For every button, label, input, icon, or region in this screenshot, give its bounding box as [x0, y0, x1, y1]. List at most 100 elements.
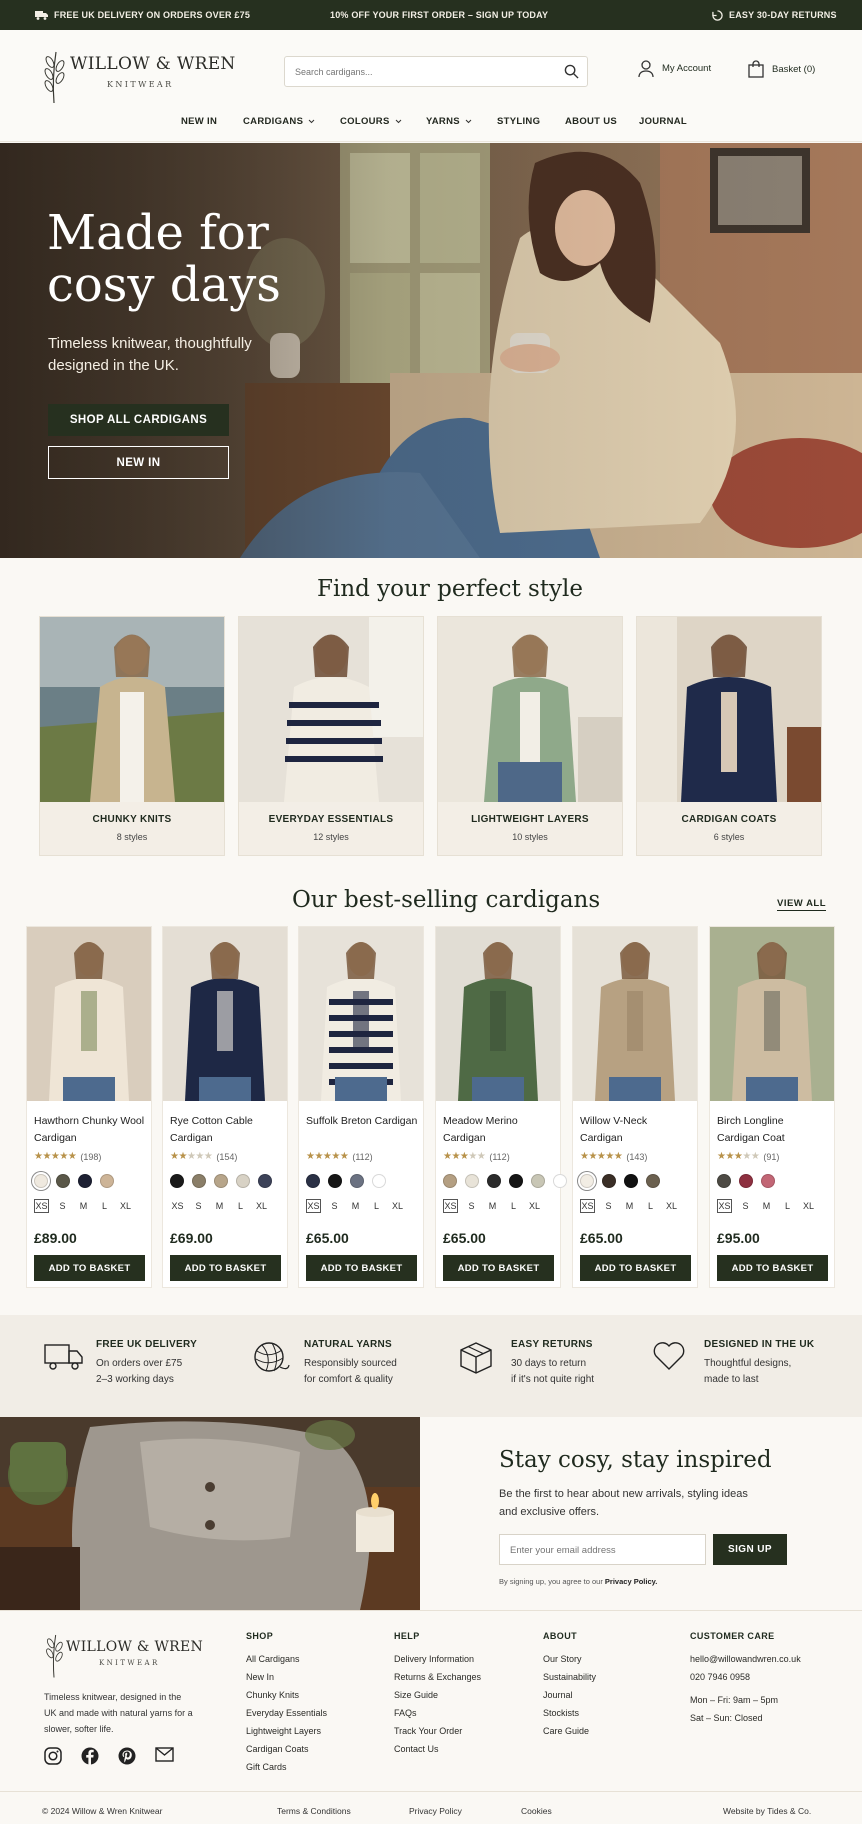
privacy-policy-link[interactable]: Privacy Policy. [605, 1577, 657, 1586]
size-option[interactable]: XL [801, 1199, 816, 1213]
size-option[interactable]: S [464, 1199, 479, 1213]
nav-colours[interactable]: COLOURS [340, 116, 402, 127]
colour-swatch[interactable] [531, 1174, 545, 1188]
colour-swatch[interactable] [646, 1174, 660, 1188]
email-field[interactable] [499, 1534, 706, 1565]
email-input[interactable] [510, 1542, 695, 1559]
email-icon[interactable] [155, 1747, 174, 1762]
product-photo[interactable] [573, 927, 697, 1101]
colour-swatch[interactable] [100, 1174, 114, 1188]
colour-swatch[interactable] [170, 1174, 184, 1188]
product-card[interactable]: Birch Longline Cardigan Coat ★★★★★ (91) XS S… [709, 926, 835, 1288]
size-option[interactable]: M [76, 1199, 91, 1213]
size-option[interactable]: XL [390, 1199, 405, 1213]
colour-swatch[interactable] [56, 1174, 70, 1188]
size-option[interactable]: L [97, 1199, 112, 1213]
add-to-basket-button[interactable]: ADD TO BASKET [306, 1255, 417, 1281]
account-link[interactable]: My Account [638, 60, 711, 77]
footer-help-link[interactable]: Delivery Information [394, 1650, 481, 1668]
promo-announcement[interactable]: 10% OFF YOUR FIRST ORDER – SIGN UP TODAY [330, 0, 548, 30]
size-option[interactable]: XL [664, 1199, 679, 1213]
add-to-basket-button[interactable]: ADD TO BASKET [170, 1255, 281, 1281]
product-photo[interactable] [710, 927, 834, 1101]
size-option[interactable]: L [780, 1199, 795, 1213]
footer-about-link[interactable]: Care Guide [543, 1722, 596, 1740]
style-card-everyday-essentials[interactable]: EVERYDAY ESSENTIALS 12 styles [238, 616, 424, 856]
size-option[interactable]: M [212, 1199, 227, 1213]
colour-swatch[interactable] [328, 1174, 342, 1188]
colour-swatch[interactable] [443, 1174, 457, 1188]
footer-shop-link[interactable]: All Cardigans [246, 1650, 327, 1668]
footer-brand-logo[interactable]: WILLOW & WREN KNITWEAR [44, 1631, 224, 1687]
product-card[interactable]: Willow V-Neck Cardigan ★★★★★ (143) XS S M L XL £… [572, 926, 698, 1288]
colour-swatch[interactable] [602, 1174, 616, 1188]
size-option[interactable]: L [233, 1199, 248, 1213]
nav-yarns[interactable]: YARNS [426, 116, 472, 127]
product-card[interactable]: Hawthorn Chunky Wool Cardigan ★★★★★ (198) X… [26, 926, 152, 1288]
size-option[interactable]: XS [580, 1199, 595, 1213]
footer-shop-link[interactable]: Everyday Essentials [246, 1704, 327, 1722]
colour-swatch[interactable] [258, 1174, 272, 1188]
product-name[interactable]: Birch Longline Cardigan Coat [717, 1113, 829, 1147]
style-card-lightweight-layers[interactable]: LIGHTWEIGHT LAYERS 10 styles [437, 616, 623, 856]
new-in-button[interactable]: NEW IN [48, 446, 229, 479]
colour-swatch[interactable] [487, 1174, 501, 1188]
privacy-link[interactable]: Privacy Policy [409, 1806, 462, 1816]
footer-shop-link[interactable]: Chunky Knits [246, 1686, 327, 1704]
product-name[interactable]: Meadow Merino Cardigan [443, 1113, 555, 1147]
footer-about-link[interactable]: Journal [543, 1686, 596, 1704]
terms-link[interactable]: Terms & Conditions [277, 1806, 351, 1816]
size-option[interactable]: M [622, 1199, 637, 1213]
add-to-basket-button[interactable]: ADD TO BASKET [34, 1255, 145, 1281]
footer-shop-link[interactable]: New In [246, 1668, 327, 1686]
shop-all-cardigans-button[interactable]: SHOP ALL CARDIGANS [48, 404, 229, 436]
colour-swatch[interactable] [717, 1174, 731, 1188]
size-option[interactable]: L [643, 1199, 658, 1213]
footer-about-link[interactable]: Stockists [543, 1704, 596, 1722]
size-option[interactable]: XS [34, 1199, 49, 1213]
footer-about-link[interactable]: Our Story [543, 1650, 596, 1668]
colour-swatch[interactable] [214, 1174, 228, 1188]
product-name[interactable]: Hawthorn Chunky Wool Cardigan [34, 1113, 146, 1147]
colour-swatch[interactable] [78, 1174, 92, 1188]
size-option[interactable]: L [506, 1199, 521, 1213]
basket-link[interactable]: Basket (0) [748, 60, 815, 78]
view-all-link[interactable]: VIEW ALL [777, 898, 827, 911]
colour-swatch[interactable] [761, 1174, 775, 1188]
colour-swatch[interactable] [306, 1174, 320, 1188]
instagram-icon[interactable] [44, 1747, 62, 1765]
product-card[interactable]: Suffolk Breton Cardigan ★★★★★ (112) XS S M L XL… [298, 926, 424, 1288]
product-name[interactable]: Rye Cotton Cable Cardigan [170, 1113, 282, 1147]
colour-swatch[interactable] [580, 1174, 594, 1188]
size-option[interactable]: S [55, 1199, 70, 1213]
product-photo[interactable] [27, 927, 151, 1101]
footer-help-link[interactable]: Track Your Order [394, 1722, 481, 1740]
footer-shop-link[interactable]: Lightweight Layers [246, 1722, 327, 1740]
colour-swatch[interactable] [350, 1174, 364, 1188]
sign-up-button[interactable]: SIGN UP [713, 1534, 787, 1565]
product-name[interactable]: Willow V-Neck Cardigan [580, 1113, 692, 1147]
footer-shop-link[interactable]: Cardigan Coats [246, 1740, 327, 1758]
nav-journal[interactable]: JOURNAL [639, 116, 687, 127]
footer-help-link[interactable]: FAQs [394, 1704, 481, 1722]
colour-swatch[interactable] [509, 1174, 523, 1188]
add-to-basket-button[interactable]: ADD TO BASKET [443, 1255, 554, 1281]
nav-new-in[interactable]: NEW IN [181, 116, 217, 127]
size-option[interactable]: S [191, 1199, 206, 1213]
add-to-basket-button[interactable]: ADD TO BASKET [717, 1255, 828, 1281]
colour-swatch[interactable] [465, 1174, 479, 1188]
product-card[interactable]: Meadow Merino Cardigan ★★★★★ (112) XS S M L XL £… [435, 926, 567, 1288]
size-option[interactable]: S [738, 1199, 753, 1213]
colour-swatch[interactable] [34, 1174, 48, 1188]
size-option[interactable]: M [759, 1199, 774, 1213]
add-to-basket-button[interactable]: ADD TO BASKET [580, 1255, 691, 1281]
nav-styling[interactable]: STYLING [497, 116, 540, 127]
search-input[interactable] [295, 63, 555, 81]
size-option[interactable]: XL [118, 1199, 133, 1213]
size-option[interactable]: XS [443, 1199, 458, 1213]
facebook-icon[interactable] [81, 1747, 99, 1765]
search-box[interactable] [284, 56, 588, 87]
nav-cardigans[interactable]: CARDIGANS [243, 116, 315, 127]
size-option[interactable]: XL [254, 1199, 269, 1213]
footer-help-link[interactable]: Size Guide [394, 1686, 481, 1704]
